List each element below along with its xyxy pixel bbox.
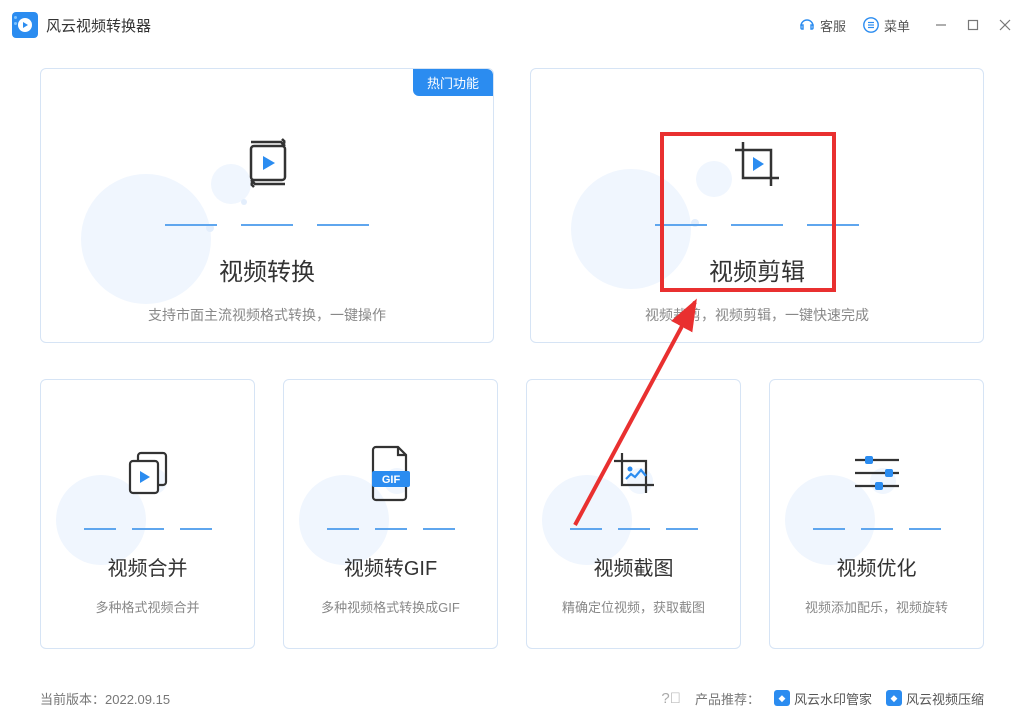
top-row: 热门功能 视频转换 支持市面主流视频格式转换，一键操作: [40, 68, 984, 343]
card-desc: 多种视频格式转换成GIF: [321, 597, 460, 616]
card-video-screenshot[interactable]: 视频截图 精确定位视频，获取截图: [526, 379, 741, 649]
card-title: 视频优化: [837, 552, 917, 581]
divider-dashes: [165, 224, 369, 226]
main-content: 热门功能 视频转换 支持市面主流视频格式转换，一键操作: [0, 50, 1024, 649]
close-button[interactable]: [998, 18, 1012, 32]
card-title: 视频转换: [219, 252, 315, 287]
customer-service-label: 客服: [820, 16, 846, 35]
compress-app-icon: ◆: [886, 690, 902, 706]
titlebar-right: 客服 菜单: [798, 16, 1012, 35]
card-video-merge[interactable]: 视频合并 多种格式视频合并: [40, 379, 255, 649]
app-title: 风云视频转换器: [46, 15, 151, 36]
merge-icon: [120, 435, 176, 510]
card-bg: [41, 69, 493, 342]
card-title: 视频合并: [108, 552, 188, 581]
divider-dashes: [84, 528, 212, 530]
menu-button[interactable]: 菜单: [862, 16, 910, 35]
divider-dashes: [327, 528, 455, 530]
footer-link-label: 风云水印管家: [794, 689, 872, 708]
card-desc: 支持市面主流视频格式转换，一键操作: [148, 305, 386, 325]
sliders-icon: [849, 435, 905, 510]
card-video-optimize[interactable]: 视频优化 视频添加配乐，视频旋转: [769, 379, 984, 649]
svg-text:GIF: GIF: [381, 474, 400, 486]
divider-dashes: [570, 528, 698, 530]
titlebar: 风云视频转换器 客服 菜单: [0, 0, 1024, 50]
card-desc: 精确定位视频，获取截图: [562, 597, 705, 616]
card-video-gif[interactable]: GIF 视频转GIF 多种视频格式转换成GIF: [283, 379, 498, 649]
maximize-button[interactable]: [966, 18, 980, 32]
annotation-highlight-box: [660, 132, 836, 292]
menu-label: 菜单: [884, 16, 910, 35]
card-desc: 多种格式视频合并: [95, 597, 199, 616]
version-label: 当前版本：: [40, 692, 105, 707]
card-desc: 视频裁剪，视频剪辑，一键快速完成: [645, 305, 869, 325]
bottom-row: 视频合并 多种格式视频合并 GIF 视频转GIF 多种视频格式转换成GIF: [40, 379, 984, 649]
card-title: 视频转GIF: [344, 552, 437, 581]
footer-link-watermark[interactable]: ◆ 风云水印管家: [774, 689, 872, 708]
app-logo-icon: [12, 12, 38, 38]
footer-right: ?⃝ 产品推荐： ◆ 风云水印管家 ◆ 风云视频压缩: [661, 689, 984, 708]
footer-link-compress[interactable]: ◆ 风云视频压缩: [886, 689, 984, 708]
hot-badge: 热门功能: [413, 69, 493, 96]
footer: 当前版本：2022.09.15 ?⃝ 产品推荐： ◆ 风云水印管家 ◆ 风云视频…: [0, 676, 1024, 720]
titlebar-left: 风云视频转换器: [12, 12, 151, 38]
card-title: 视频截图: [594, 552, 674, 581]
gif-file-icon: GIF: [366, 435, 416, 510]
window-controls: [934, 18, 1012, 32]
version-info: 当前版本：2022.09.15: [40, 689, 170, 708]
help-icon[interactable]: ?⃝: [661, 690, 681, 707]
minimize-button[interactable]: [934, 18, 948, 32]
convert-icon: [235, 124, 299, 204]
card-desc: 视频添加配乐，视频旋转: [805, 597, 948, 616]
version-value: 2022.09.15: [105, 692, 170, 707]
footer-link-label: 风云视频压缩: [906, 689, 984, 708]
headset-icon: [798, 16, 816, 34]
recommend-label: 产品推荐：: [695, 689, 760, 708]
crop-image-icon: [606, 435, 662, 510]
watermark-app-icon: ◆: [774, 690, 790, 706]
card-video-convert[interactable]: 热门功能 视频转换 支持市面主流视频格式转换，一键操作: [40, 68, 494, 343]
divider-dashes: [813, 528, 941, 530]
customer-service-button[interactable]: 客服: [798, 16, 846, 35]
menu-list-icon: [862, 16, 880, 34]
